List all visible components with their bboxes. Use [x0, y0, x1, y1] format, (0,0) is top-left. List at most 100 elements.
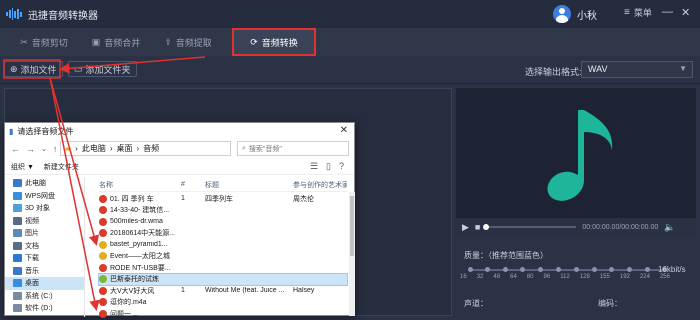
quality-label: 质量：（推荐范围蓝色） — [464, 251, 548, 260]
tab-audio-extract[interactable]: ⇪ 音频提取 — [152, 28, 224, 56]
file-row[interactable]: 20180614中天能源... — [99, 228, 347, 240]
music-icon — [13, 266, 22, 275]
organize-button[interactable]: 组织 ▼ — [11, 162, 34, 172]
hamburger-icon: ≡ — [624, 7, 630, 18]
file-open-dialog: ▮ 请选择音频文件 ✕ ← → ⌄ ↑ ▰ › 此电脑 › 桌面 › 音频 ⌕ … — [4, 122, 355, 318]
dialog-title: 请选择音频文件 — [17, 126, 74, 136]
audio-file-icon — [99, 263, 107, 272]
view-icon[interactable]: ☰ — [310, 161, 318, 172]
stop-icon[interactable]: ■ — [475, 222, 480, 232]
back-icon[interactable]: ← — [11, 144, 20, 154]
drive-icon — [13, 304, 22, 313]
up-icon[interactable]: ↑ — [53, 144, 58, 154]
audio-file-icon — [99, 194, 107, 203]
progress-handle[interactable] — [483, 224, 490, 230]
help-icon[interactable]: ? — [339, 161, 344, 172]
format-value: WAV — [588, 64, 608, 74]
col-name[interactable]: 名称 — [99, 180, 181, 190]
tree-item-this-pc[interactable]: 此电脑 — [5, 177, 84, 190]
audio-file-icon — [99, 275, 107, 284]
app-logo-icon — [6, 8, 22, 20]
col-title[interactable]: 标题 — [205, 180, 293, 190]
file-row[interactable]: RODE NT-USB要... — [99, 262, 347, 274]
minimize-button[interactable]: — — [662, 6, 673, 19]
channel-label: 声道： — [464, 299, 488, 308]
cube-icon — [13, 204, 22, 213]
address-bar[interactable]: ▰ › 此电脑 › 桌面 › 音频 — [60, 141, 231, 156]
breadcrumb-audio[interactable]: 音频 — [143, 143, 159, 154]
encoding-label: 编码： — [598, 299, 622, 308]
tree-item-desktop[interactable]: 桌面 — [5, 277, 84, 290]
drive-icon — [13, 291, 22, 300]
tree-item-3d[interactable]: 3D 对象 — [5, 202, 84, 215]
audio-file-icon — [99, 206, 107, 215]
refresh-icon: ⟳ — [250, 36, 258, 47]
picture-icon — [13, 229, 22, 238]
user-name[interactable]: 小秋 — [577, 7, 597, 22]
menu-label: 菜单 — [633, 8, 652, 18]
preview-panel — [456, 88, 696, 218]
audio-file-icon — [99, 252, 107, 261]
add-folder-button[interactable]: ▭ 添加文件夹 — [68, 61, 137, 77]
forward-icon[interactable]: → — [26, 144, 35, 154]
file-row[interactable]: 500miles-dr.wma — [99, 216, 347, 228]
file-row[interactable]: 大V大V好大风 1 Without Me (feat. Juice ... Halse… — [99, 285, 347, 297]
breadcrumb-desktop[interactable]: 桌面 — [117, 143, 133, 154]
desktop-icon — [13, 279, 22, 288]
col-artist[interactable]: 参与创作的艺术家 — [293, 180, 347, 190]
audio-file-icon — [99, 298, 107, 307]
file-row[interactable]: 逗你的.m4a — [99, 297, 347, 309]
tree-item-video[interactable]: 视频 — [5, 215, 84, 228]
plus-circle-icon: ⊕ — [10, 63, 18, 74]
user-account[interactable]: 小秋 — [553, 5, 597, 23]
progress-bar[interactable] — [483, 224, 577, 230]
audio-file-icon — [99, 309, 107, 318]
close-button[interactable]: ✕ — [681, 6, 690, 19]
nav-tree: 此电脑 WPS网盘 3D 对象 视频 图片 文档 下载 音乐 桌面 系统 (C:… — [5, 177, 85, 317]
avatar[interactable] — [553, 5, 571, 23]
play-icon[interactable]: ▶ — [462, 222, 469, 233]
folder-icon: ▰ — [65, 144, 72, 153]
tree-item-wps[interactable]: WPS网盘 — [5, 190, 84, 203]
dialog-close-icon[interactable]: ✕ — [340, 125, 348, 136]
bitrate-unit: 16kbit/s — [658, 265, 686, 274]
format-select[interactable]: WAV ▼ — [581, 61, 693, 78]
file-row[interactable]: 问题一 ... — [99, 308, 347, 320]
settings-panel: 质量：（推荐范围蓝色） 16kbit/s 16 32 48 64 80 96 112 128 1… — [456, 242, 696, 316]
merge-icon: ▣ — [91, 36, 101, 47]
audio-file-icon — [99, 286, 107, 295]
search-input[interactable]: ⌕ 搜索"音频" — [237, 141, 349, 156]
new-folder-button[interactable]: 新建文件夹 — [44, 162, 79, 172]
tree-item-downloads[interactable]: 下载 — [5, 252, 84, 265]
file-row[interactable]: 01. 四 季列 车 1 四季列车 周杰伦 — [99, 193, 347, 205]
title-bar: 迅捷音频转换器 小秋 ≡ 菜单 — ✕ — [0, 0, 700, 28]
volume-icon[interactable]: 🔈 — [664, 222, 675, 233]
tree-item-documents[interactable]: 文档 — [5, 240, 84, 253]
file-row-selected[interactable]: 巴斯泰托的试炼 — [98, 272, 348, 286]
tab-audio-convert[interactable]: ⟳ 音频转换 — [232, 28, 316, 56]
file-row[interactable]: bastet_pyramid1... — [99, 239, 347, 251]
format-label: 选择输出格式: — [525, 67, 582, 77]
preview-pane-icon[interactable]: ▯ — [326, 161, 331, 172]
command-bar: 组织 ▼ 新建文件夹 ☰ ▯ ? — [5, 159, 354, 175]
breadcrumb-pc[interactable]: 此电脑 — [82, 143, 106, 154]
file-row[interactable]: 14-33-40- 建筑信... — [99, 205, 347, 217]
tab-audio-merge[interactable]: ▣ 音频合并 — [80, 28, 152, 56]
tree-item-music[interactable]: 音乐 — [5, 265, 84, 278]
tab-audio-cut[interactable]: ✂ 音频剪切 — [8, 28, 80, 56]
time-readout: 00:00:00.00/00:00:00.00 — [582, 223, 659, 231]
add-file-button[interactable]: ⊕ 添加文件 — [4, 61, 63, 77]
tree-item-c-drive[interactable]: 系统 (C:) — [5, 290, 84, 303]
tree-item-pictures[interactable]: 图片 — [5, 227, 84, 240]
search-placeholder: 搜索"音频" — [248, 145, 282, 153]
scrollbar[interactable] — [349, 192, 355, 316]
chevron-down-icon[interactable]: ⌄ — [41, 145, 47, 153]
menu-button[interactable]: ≡ 菜单 — [624, 6, 652, 19]
video-icon — [13, 216, 22, 225]
col-number[interactable]: # — [181, 181, 205, 188]
bitrate-slider[interactable] — [468, 267, 667, 272]
app-title: 迅捷音频转换器 — [28, 10, 98, 22]
file-row[interactable]: Event——太阳之城 — [99, 251, 347, 263]
dialog-title-bar: ▮ 请选择音频文件 ✕ — [5, 123, 354, 139]
tree-item-d-drive[interactable]: 软件 (D:) — [5, 302, 84, 315]
